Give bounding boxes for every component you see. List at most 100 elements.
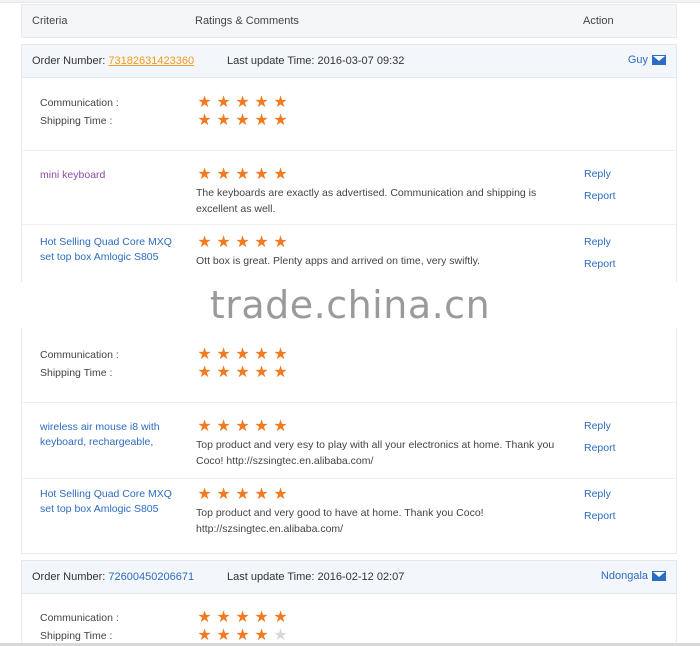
star-filled-icon: ★ <box>273 346 288 363</box>
last-update-time: 2016-02-12 02:07 <box>317 571 405 583</box>
report-link[interactable]: Report <box>584 442 616 454</box>
report-link[interactable]: Report <box>584 258 616 270</box>
star-filled-icon: ★ <box>216 418 231 435</box>
star-filled-icon: ★ <box>273 112 288 129</box>
star-filled-icon: ★ <box>216 234 231 251</box>
star-filled-icon: ★ <box>197 364 212 381</box>
last-update: Last update Time: 2016-03-07 09:32 <box>227 55 404 67</box>
buyer-name[interactable]: Guy <box>628 54 648 66</box>
star-filled-icon: ★ <box>197 166 212 183</box>
criteria-shipping-label: Shipping Time : <box>40 115 113 127</box>
star-filled-icon: ★ <box>216 166 231 183</box>
divider <box>22 478 676 479</box>
order-card: Communication : ★ ★ ★ ★ ★ Shipping Time : ★ ★… <box>21 594 677 644</box>
star-filled-icon: ★ <box>216 94 231 111</box>
divider <box>22 402 676 403</box>
criteria-shipping-stars: ★ ★ ★ ★ ★ <box>196 112 289 129</box>
star-filled-icon: ★ <box>273 364 288 381</box>
buyer-name[interactable]: Ndongala <box>601 570 648 582</box>
buyer-contact[interactable]: Ndongala <box>601 570 666 582</box>
star-filled-icon: ★ <box>235 627 250 644</box>
product-stars: ★ ★ ★ ★ ★ <box>196 166 289 183</box>
divider <box>22 150 676 151</box>
product-link[interactable]: Hot Selling Quad Core MXQ set top box Am… <box>40 487 180 517</box>
star-filled-icon: ★ <box>235 234 250 251</box>
product-stars: ★ ★ ★ ★ ★ <box>196 486 289 503</box>
last-update-label: Last update Time: <box>227 55 315 67</box>
report-link[interactable]: Report <box>584 510 616 522</box>
order-number-link[interactable]: 73182631423360 <box>108 55 194 67</box>
star-filled-icon: ★ <box>216 609 231 626</box>
order-bar: Order Number: 72600450206671 Last update… <box>21 560 677 594</box>
criteria-shipping-stars: ★ ★ ★ ★ ★ <box>196 364 289 381</box>
star-filled-icon: ★ <box>235 364 250 381</box>
order-bar: Order Number: 73182631423360 Last update… <box>21 44 677 78</box>
product-link[interactable]: mini keyboard <box>40 168 180 183</box>
star-filled-icon: ★ <box>273 166 288 183</box>
star-filled-icon: ★ <box>235 418 250 435</box>
star-filled-icon: ★ <box>254 166 269 183</box>
criteria-shipping-label: Shipping Time : <box>40 630 113 642</box>
star-filled-icon: ★ <box>273 234 288 251</box>
star-filled-icon: ★ <box>273 94 288 111</box>
star-filled-icon: ★ <box>254 94 269 111</box>
review-comment: Top product and very good to have at hom… <box>196 507 484 535</box>
criteria-communication-stars: ★ ★ ★ ★ ★ <box>196 609 289 626</box>
star-filled-icon: ★ <box>254 234 269 251</box>
star-empty-icon: ★ <box>273 627 288 644</box>
star-filled-icon: ★ <box>197 94 212 111</box>
order-number-row: Order Number: 73182631423360 <box>32 55 194 67</box>
star-filled-icon: ★ <box>254 112 269 129</box>
criteria-communication-label: Communication : <box>40 612 119 624</box>
product-link[interactable]: wireless air mouse i8 with keyboard, rec… <box>40 420 180 450</box>
reply-link[interactable]: Reply <box>584 420 611 432</box>
star-filled-icon: ★ <box>197 609 212 626</box>
buyer-contact[interactable]: Guy <box>628 54 666 66</box>
star-filled-icon: ★ <box>216 112 231 129</box>
criteria-communication-label: Communication : <box>40 349 119 361</box>
star-filled-icon: ★ <box>273 609 288 626</box>
criteria-communication-label: Communication : <box>40 97 119 109</box>
watermark: trade.china.cn <box>0 282 700 328</box>
reply-link[interactable]: Reply <box>584 168 611 180</box>
star-filled-icon: ★ <box>235 94 250 111</box>
star-filled-icon: ★ <box>254 627 269 644</box>
header-action: Action <box>583 15 614 27</box>
star-filled-icon: ★ <box>273 486 288 503</box>
review-comment: The keyboards are exactly as advertised.… <box>196 187 537 215</box>
mail-icon[interactable] <box>652 55 666 65</box>
last-update-time: 2016-03-07 09:32 <box>317 55 405 67</box>
star-filled-icon: ★ <box>197 346 212 363</box>
order-number-row: Order Number: 72600450206671 <box>32 571 194 583</box>
divider <box>22 224 676 225</box>
star-filled-icon: ★ <box>254 609 269 626</box>
product-stars: ★ ★ ★ ★ ★ <box>196 418 289 435</box>
order-number-label: Order Number: <box>32 55 106 67</box>
order-card: Communication : ★ ★ ★ ★ ★ Shipping Time : ★ ★… <box>21 328 677 554</box>
reply-link[interactable]: Reply <box>584 236 611 248</box>
product-link[interactable]: Hot Selling Quad Core MXQ set top box Am… <box>40 235 180 265</box>
star-filled-icon: ★ <box>254 418 269 435</box>
star-filled-icon: ★ <box>216 627 231 644</box>
mail-icon[interactable] <box>652 571 666 581</box>
criteria-communication-stars: ★ ★ ★ ★ ★ <box>196 346 289 363</box>
star-filled-icon: ★ <box>216 346 231 363</box>
star-filled-icon: ★ <box>254 486 269 503</box>
criteria-shipping-stars: ★ ★ ★ ★ ★ <box>196 627 289 644</box>
star-filled-icon: ★ <box>197 112 212 129</box>
last-update: Last update Time: 2016-02-12 02:07 <box>227 571 404 583</box>
order-number-label: Order Number: <box>32 571 106 583</box>
last-update-label: Last update Time: <box>227 571 315 583</box>
review-comment: Ott box is great. Plenty apps and arrive… <box>196 255 481 267</box>
star-filled-icon: ★ <box>197 234 212 251</box>
review-comment: Top product and very esy to play with al… <box>196 439 555 467</box>
star-filled-icon: ★ <box>216 486 231 503</box>
star-filled-icon: ★ <box>235 609 250 626</box>
star-filled-icon: ★ <box>197 486 212 503</box>
criteria-communication-stars: ★ ★ ★ ★ ★ <box>196 94 289 111</box>
reply-link[interactable]: Reply <box>584 488 611 500</box>
star-filled-icon: ★ <box>273 418 288 435</box>
order-number-link[interactable]: 72600450206671 <box>108 571 194 583</box>
top-border <box>0 0 700 3</box>
report-link[interactable]: Report <box>584 190 616 202</box>
